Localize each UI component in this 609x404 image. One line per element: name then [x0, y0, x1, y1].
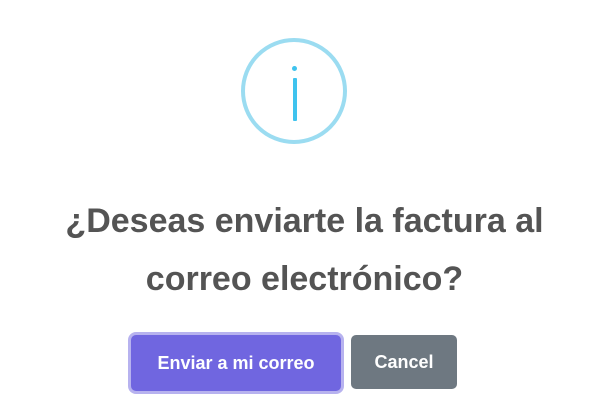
info-icon-stem [293, 78, 297, 121]
send-email-button[interactable]: Enviar a mi correo [131, 335, 341, 391]
dialog-actions: Enviar a mi correo Cancel [0, 335, 609, 391]
cancel-button[interactable]: Cancel [351, 335, 457, 389]
dialog-title: ¿Deseas enviarte la factura al correo el… [65, 202, 544, 298]
info-icon-dot [292, 66, 297, 71]
alert-dialog: ¿Deseas enviarte la factura al correo el… [0, 0, 609, 404]
info-icon [241, 38, 347, 144]
